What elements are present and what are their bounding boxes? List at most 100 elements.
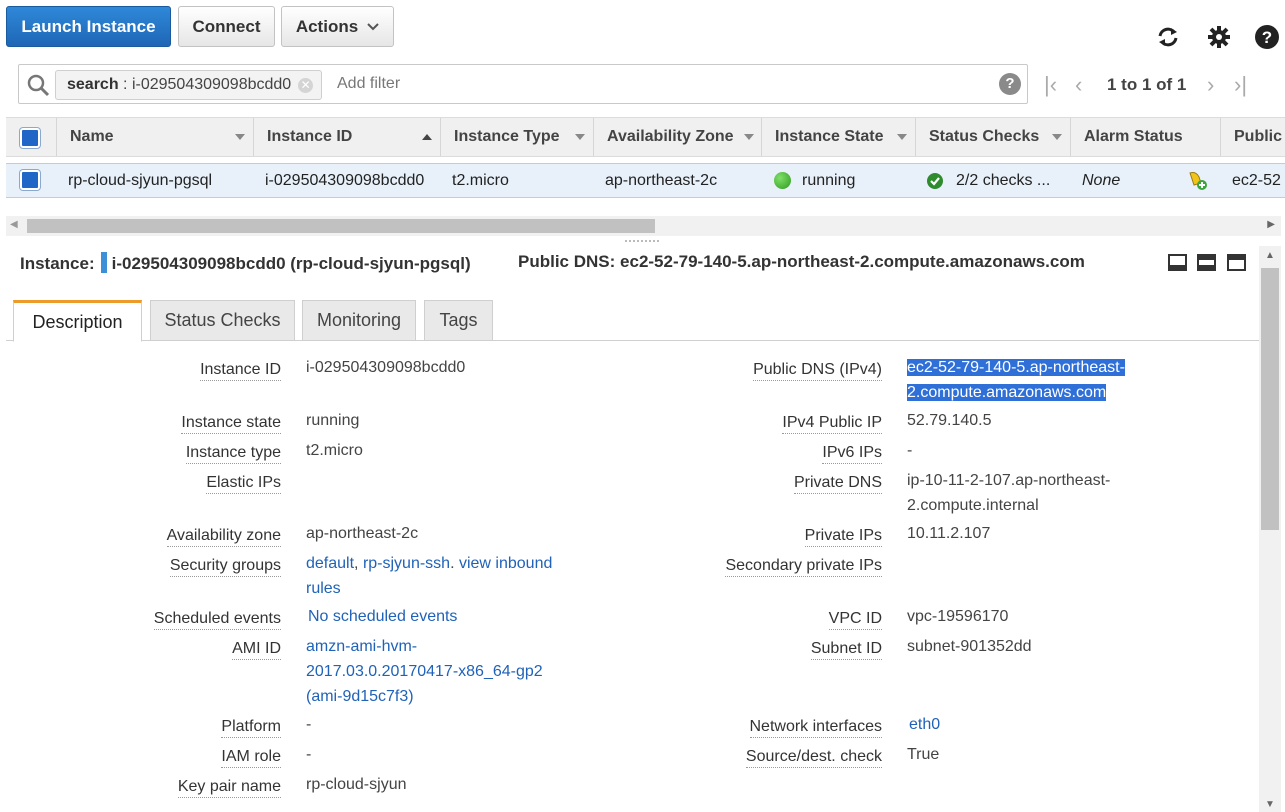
link-eth0[interactable]: eth0 — [909, 712, 940, 737]
link-ami-id[interactable]: amzn-ami-hvm- 2017.03.0.20170417-x86_64-… — [306, 634, 543, 709]
search-bar[interactable]: search : i-029504309098bcdd0 ✕ Add filte… — [18, 64, 1028, 104]
value-ipv6: - — [907, 442, 913, 459]
search-filter-chip[interactable]: search : i-029504309098bcdd0 ✕ — [55, 70, 323, 100]
tab-description[interactable]: Description — [13, 300, 142, 342]
label-source-dest: Source/dest. check — [745, 747, 882, 768]
value-instance-id: i-029504309098bcdd0 — [306, 359, 466, 376]
col-alarm-status[interactable]: Alarm Status — [1070, 118, 1220, 156]
row-checkbox[interactable] — [20, 170, 40, 190]
next-page-icon[interactable]: › — [1207, 72, 1214, 98]
connect-button[interactable]: Connect — [178, 6, 275, 47]
value-security-groups: default, rp-sjyun-ssh. view inbound rule… — [306, 555, 553, 597]
ami-line-2: 2017.03.0.20170417-x86_64-gp2 — [306, 663, 543, 680]
gear-icon[interactable] — [1206, 24, 1232, 50]
cell-instance-type: t2.micro — [452, 172, 509, 189]
tab-status-checks[interactable]: Status Checks — [150, 300, 295, 341]
value-availability-zone: ap-northeast-2c — [306, 525, 419, 542]
label-instance-type: Instance type — [185, 443, 281, 464]
label-platform: Platform — [221, 717, 281, 738]
scroll-right-icon[interactable]: ▶ — [1267, 219, 1275, 230]
value-private-dns: ip-10-11-2-107.ap-northeast- 2.compute.i… — [907, 468, 1110, 518]
value-vpc-id: vpc-19596170 — [907, 608, 1009, 625]
link-sg-default[interactable]: default — [306, 555, 354, 572]
table-header: Name Instance ID Instance Type Availabil… — [6, 117, 1285, 157]
value-source-dest: True — [907, 746, 940, 763]
col-name[interactable]: Name — [56, 118, 253, 156]
label-elastic-ips: Elastic IPs — [206, 473, 281, 494]
actions-label: Actions — [295, 16, 359, 36]
search-icon — [27, 74, 50, 97]
col-name-label: Name — [70, 128, 114, 145]
value-platform: - — [306, 716, 312, 733]
layout-top-icon[interactable] — [1227, 254, 1246, 271]
detail-instance-title: Instance: i-029504309098bcdd0 (rp-cloud-s… — [20, 252, 471, 274]
actions-button[interactable]: Actions — [281, 6, 394, 47]
label-public-dns: Public DNS (IPv4) — [753, 360, 882, 381]
cell-status-checks[interactable]: 2/2 checks ... — [956, 164, 1050, 197]
instance-label: Instance: — [20, 254, 95, 273]
cell-zone: ap-northeast-2c — [605, 172, 718, 189]
scroll-left-icon[interactable]: ◀ — [10, 219, 18, 230]
link-view-inbound[interactable]: view inbound — [459, 555, 552, 572]
add-alarm-icon[interactable] — [1186, 169, 1208, 191]
value-public-dns[interactable]: ec2-52-79-140-5.ap-northeast- 2.compute.… — [907, 355, 1125, 405]
private-dns-line-2: 2.compute.internal — [907, 497, 1039, 514]
label-iam-role: IAM role — [221, 747, 281, 768]
svg-text:?: ? — [1262, 28, 1272, 47]
label-security-groups: Security groups — [169, 556, 281, 577]
resize-handle[interactable] — [625, 240, 659, 244]
col-availability-zone[interactable]: Availability Zone — [593, 118, 761, 156]
help-icon[interactable]: ? — [1254, 24, 1280, 50]
vertical-scrollbar[interactable]: ▲ ▼ — [1259, 246, 1281, 812]
launch-instance-button[interactable]: Launch Instance — [6, 6, 171, 47]
refresh-icon[interactable] — [1155, 24, 1181, 50]
col-instance-type[interactable]: Instance Type — [440, 118, 593, 156]
remove-filter-icon[interactable]: ✕ — [298, 78, 314, 93]
label-availability-zone: Availability zone — [166, 526, 281, 547]
private-dns-line-1: ip-10-11-2-107.ap-northeast- — [907, 472, 1111, 489]
value-instance-state: running — [306, 412, 360, 429]
layout-split-icon[interactable] — [1197, 254, 1216, 271]
vertical-scroll-thumb[interactable] — [1261, 268, 1279, 530]
first-page-icon[interactable]: |‹ — [1044, 72, 1057, 98]
search-help-icon[interactable]: ? — [999, 73, 1021, 95]
layout-bottom-icon[interactable] — [1168, 254, 1187, 271]
cell-name: rp-cloud-sjyun-pgsql — [68, 172, 213, 189]
label-ami-id: AMI ID — [232, 639, 281, 660]
table-row[interactable]: rp-cloud-sjyun-pgsql i-029504309098bcdd0… — [6, 163, 1285, 198]
tab-monitoring[interactable]: Monitoring — [302, 300, 416, 341]
cell-public: ec2-52 — [1232, 172, 1281, 189]
col-instance-id[interactable]: Instance ID — [253, 118, 440, 156]
link-scheduled-events[interactable]: No scheduled events — [308, 604, 457, 629]
col-public[interactable]: Public — [1220, 118, 1285, 156]
col-status-checks-label: Status Checks — [929, 128, 1040, 145]
scroll-up-icon[interactable]: ▲ — [1265, 250, 1275, 261]
value-private-ips: 10.11.2.107 — [907, 525, 991, 542]
label-private-ips: Private IPs — [804, 526, 882, 547]
check-ok-icon — [927, 173, 943, 189]
scroll-down-icon[interactable]: ▼ — [1265, 799, 1275, 810]
detail-dns-title: Public DNS: ec2-52-79-140-5.ap-northeast… — [518, 252, 1085, 272]
value-instance-type: t2.micro — [306, 442, 363, 459]
col-instance-state[interactable]: Instance State — [761, 118, 915, 156]
select-all-checkbox[interactable] — [20, 128, 40, 148]
col-instance-type-label: Instance Type — [454, 128, 560, 145]
value-ipv4-public: 52.79.140.5 — [907, 412, 992, 429]
link-sg-ssh[interactable]: rp-sjyun-ssh — [363, 555, 450, 572]
public-dns-line-2: 2.compute.amazonaws.com — [907, 384, 1107, 401]
dns-value: ec2-52-79-140-5.ap-northeast-2.compute.a… — [620, 252, 1085, 271]
cell-alarm: None — [1082, 172, 1121, 189]
label-private-dns: Private DNS — [793, 473, 882, 494]
last-page-icon[interactable]: ›| — [1234, 72, 1247, 98]
running-status-icon — [774, 172, 791, 189]
horizontal-scroll-thumb[interactable] — [27, 219, 655, 233]
col-public-label: Public — [1234, 128, 1283, 145]
horizontal-scrollbar[interactable]: ◀ ▶ — [6, 216, 1281, 236]
col-status-checks[interactable]: Status Checks — [915, 118, 1070, 156]
add-filter-input[interactable]: Add filter — [337, 75, 400, 93]
link-view-inbound-rules[interactable]: rules — [306, 580, 341, 597]
tab-tags[interactable]: Tags — [424, 300, 493, 341]
prev-page-icon[interactable]: ‹ — [1075, 72, 1082, 98]
col-alarm-status-label: Alarm Status — [1084, 128, 1183, 145]
instance-value: i-029504309098bcdd0 (rp-cloud-sjyun-pgsq… — [111, 254, 471, 273]
